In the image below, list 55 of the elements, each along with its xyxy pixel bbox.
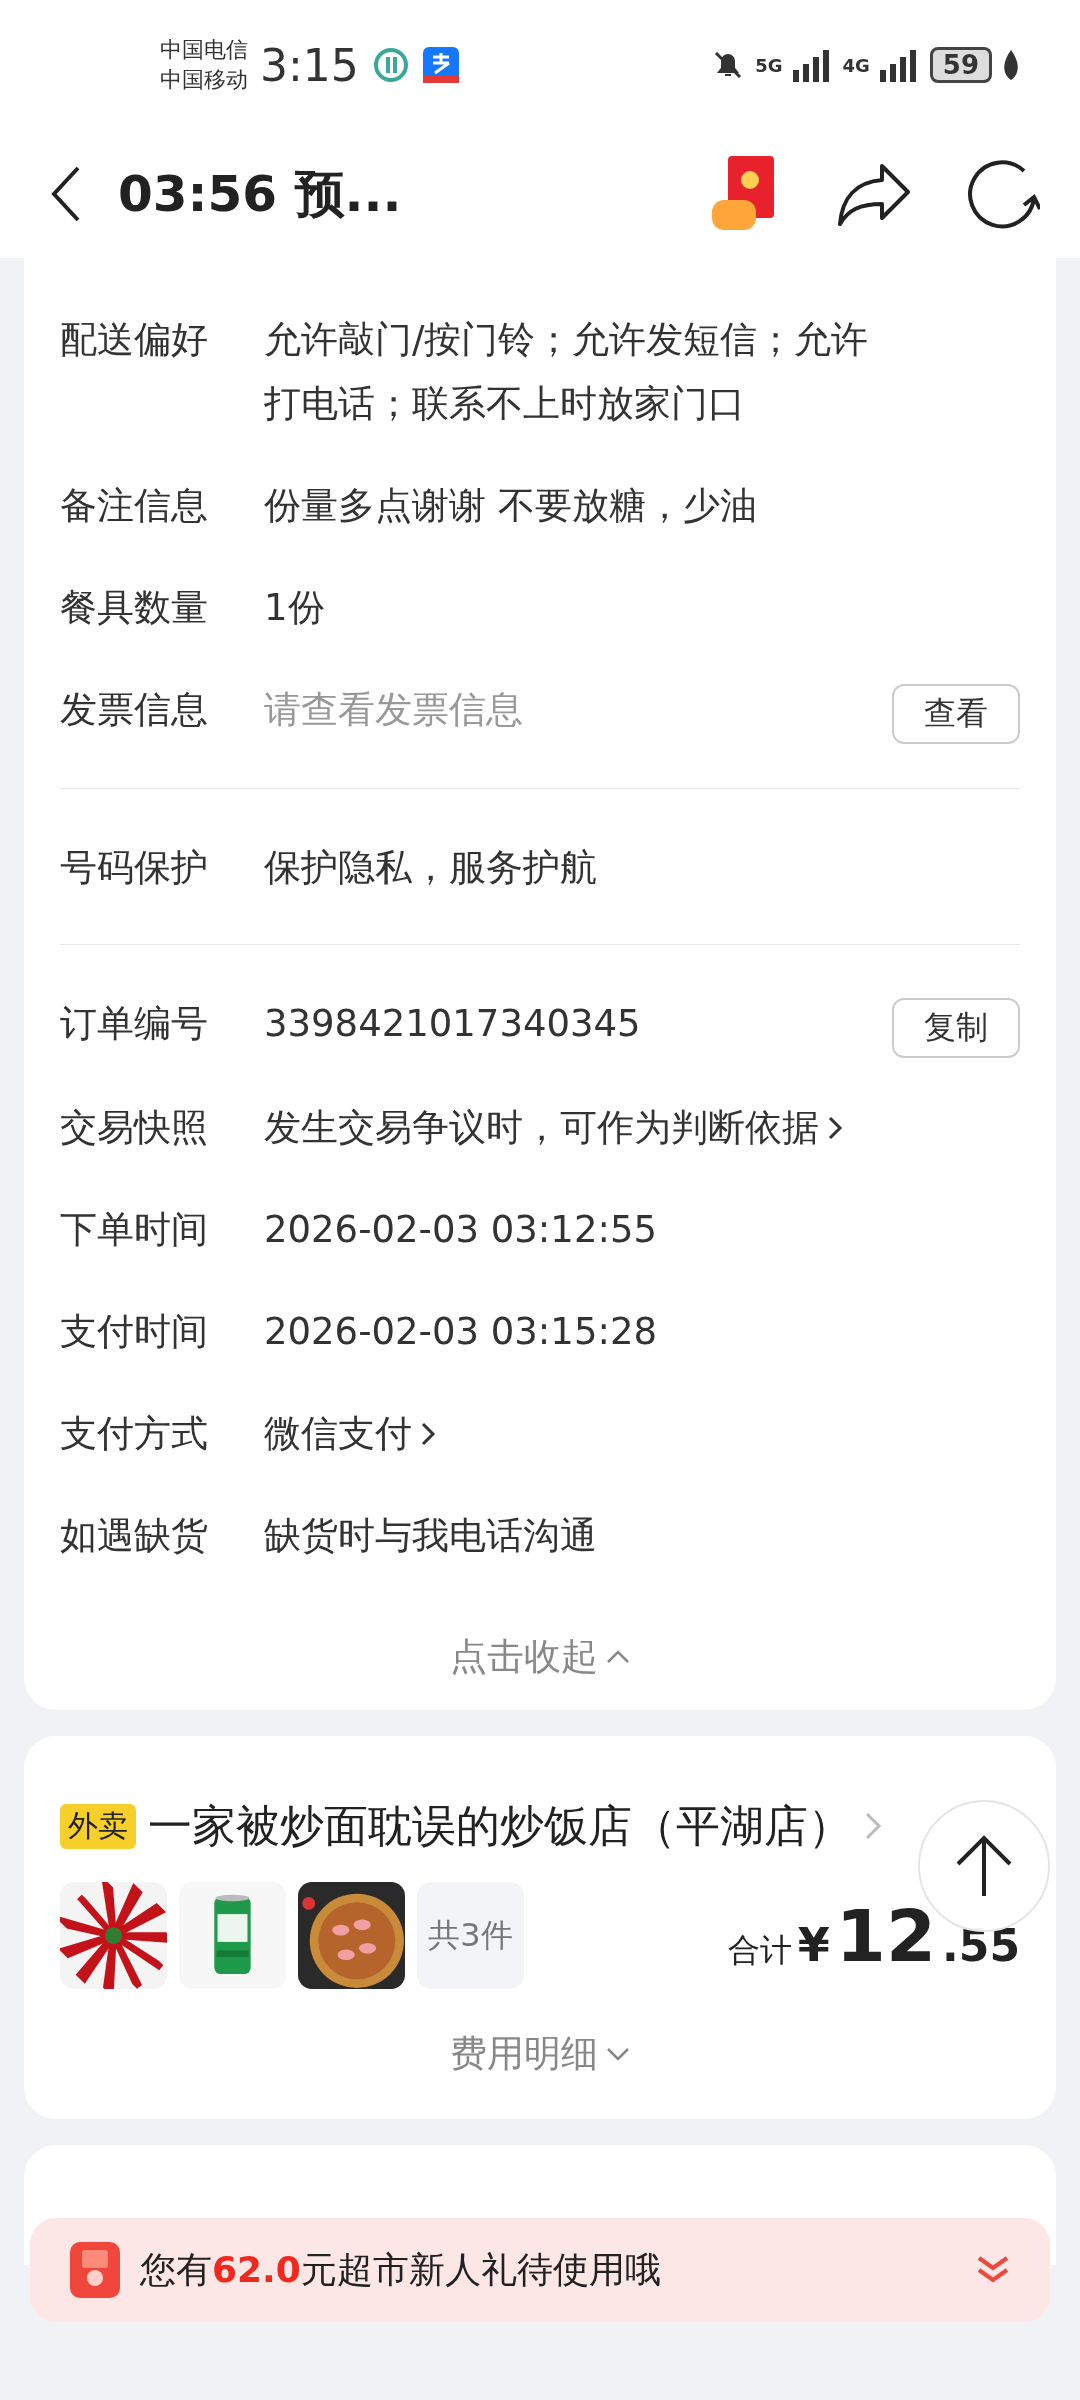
row-value: 3398421017340345 [264,1001,642,1047]
row-label: 配送偏好 [60,317,209,363]
row-value: 保护隐私，服务护航 [264,845,598,891]
leaf-icon [1002,50,1020,80]
row-value: 2026-02-03 03:15:28 [264,1309,658,1355]
share-icon[interactable] [838,162,910,226]
clock: 3:15 [260,39,359,91]
row-label: 支付方式 [60,1411,209,1457]
double-chevron-down-icon[interactable] [976,2255,1010,2285]
row-value: 2026-02-03 03:12:55 [264,1207,658,1253]
row-label: 支付时间 [60,1309,209,1355]
row-link[interactable]: 微信支付 [264,1402,412,1466]
row-action-button[interactable]: 复制 [892,998,1020,1058]
total-label: 合计 [727,1929,792,1971]
total-decimals: .55 [942,1919,1020,1971]
coupon-banner[interactable]: 您有62.0元超市新人礼待使用哦 [30,2218,1050,2322]
row-link[interactable]: 发生交易争议时，可作为判断依据 [264,1096,819,1160]
chevron-down-icon [606,2047,630,2061]
row-label: 如遇缺货 [60,1513,209,1559]
fee-detail-link[interactable]: 费用明细 [450,2029,598,2079]
coupon-icon [70,2242,120,2298]
row-label: 餐具数量 [60,585,209,631]
item-count[interactable]: 共3件 [417,1882,524,1989]
chevron-right-icon [420,1420,436,1448]
chevron-right-icon [827,1114,843,1142]
page-title: 03:56 预... [118,163,402,225]
delivery-tag: 外卖 [60,1803,136,1849]
currency-sign: ¥ [797,1917,830,1972]
total-amount: 12 [835,1893,937,1978]
network-type: 4G [842,54,870,76]
pay-app-icon [422,47,459,83]
row-label: 订单编号 [60,1001,209,1047]
row-value: 1份 [264,585,326,631]
arrow-up-icon [954,1834,1014,1898]
refresh-icon[interactable] [966,157,1040,231]
battery-level: 59 [929,47,992,83]
collapse-link[interactable]: 点击收起 [450,1632,598,1682]
carrier-name: 中国移动 [160,66,248,94]
row-label: 号码保护 [60,845,209,891]
row-label: 交易快照 [60,1105,209,1151]
network-type: 5G [755,54,783,76]
coupon-text: 您有62.0元超市新人礼待使用哦 [140,2247,661,2292]
store-name[interactable]: 一家被炒面耽误的炒饭店（平湖店） [148,1796,852,1856]
chevron-right-icon [864,1811,882,1841]
row-label: 备注信息 [60,483,209,529]
row-value: 请查看发票信息 [264,687,524,733]
back-icon[interactable] [50,166,82,222]
row-value: 允许敲门/按门铃；允许发短信；允许打电话；联系不上时放家门口 [264,317,870,427]
row-action-button[interactable]: 查看 [892,684,1020,744]
carrier-name: 中国电信 [160,36,248,64]
row-label: 发票信息 [60,687,209,733]
chevron-up-icon [606,1650,630,1664]
row-value: 缺货时与我电话沟通 [264,1513,598,1559]
row-label: 下单时间 [60,1207,209,1253]
row-value: 份量多点谢谢 不要放糖，少油 [264,483,758,529]
